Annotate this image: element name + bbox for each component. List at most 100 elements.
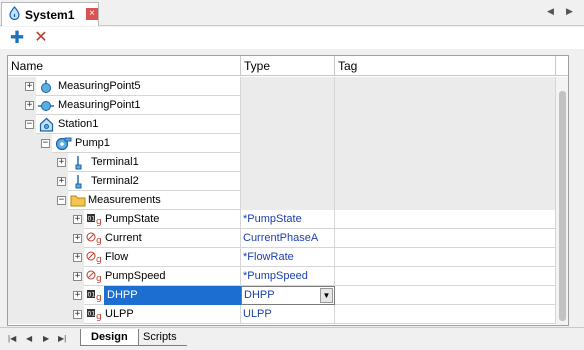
expand-icon[interactable]: + <box>73 234 82 243</box>
grid-header: Name Type Tag <box>8 56 568 76</box>
svg-text:g: g <box>96 293 102 303</box>
tree-label: PumpSpeed <box>105 270 166 282</box>
measuring-point-icon <box>39 79 55 94</box>
type-cell[interactable]: ULPP <box>241 305 335 324</box>
column-header-type[interactable]: Type <box>241 56 335 76</box>
expand-icon[interactable]: + <box>57 177 66 186</box>
last-page-icon[interactable]: ▶| <box>58 334 66 343</box>
type-combobox[interactable]: DHPP ▼ <box>241 286 335 305</box>
tag-cell[interactable] <box>335 210 556 229</box>
tag-cell[interactable] <box>335 77 556 96</box>
tag-cell[interactable] <box>335 267 556 286</box>
delete-button[interactable]: ✕ <box>32 29 50 47</box>
tree-label: Flow <box>105 251 129 263</box>
expand-icon[interactable]: + <box>73 291 82 300</box>
tree-row-pump1[interactable]: − Pump1 <box>8 134 556 153</box>
type-cell[interactable]: CurrentPhaseA <box>241 229 335 248</box>
type-cell[interactable] <box>241 153 335 172</box>
expand-icon[interactable]: + <box>73 253 82 262</box>
tree-row-terminal2[interactable]: + Terminal2 <box>8 172 556 191</box>
tree-row-measurements[interactable]: − Measurements <box>8 191 556 210</box>
analog-signal-icon: g <box>86 269 102 284</box>
tree-row-ulpp[interactable]: + 01 g ULPP ULPP <box>8 305 556 324</box>
tag-cell[interactable] <box>335 286 556 305</box>
tree-row-measuringpoint1[interactable]: + MeasuringPoint1 <box>8 96 556 115</box>
tree-label: Terminal2 <box>91 175 139 187</box>
scroll-left-icon[interactable]: ◀ <box>547 6 554 17</box>
column-header-tag[interactable]: Tag <box>335 56 556 76</box>
prev-page-icon[interactable]: ◀ <box>26 334 32 343</box>
expand-icon[interactable]: + <box>73 215 82 224</box>
tree-label: ULPP <box>105 308 134 320</box>
expand-icon[interactable]: + <box>57 158 66 167</box>
document-tab-strip: System1 × ◀ ▶ <box>0 0 584 26</box>
selected-tree-label[interactable]: DHPP <box>104 286 241 305</box>
tag-cell[interactable] <box>335 153 556 172</box>
close-icon[interactable]: × <box>86 8 98 20</box>
chevron-down-icon[interactable]: ▼ <box>320 288 333 303</box>
terminal-icon <box>74 155 90 170</box>
tree-label: MeasuringPoint1 <box>58 99 141 111</box>
system-icon <box>8 6 21 23</box>
tag-cell[interactable] <box>335 115 556 134</box>
first-page-icon[interactable]: |◀ <box>8 334 16 343</box>
collapse-icon[interactable]: − <box>57 196 66 205</box>
vertical-scrollbar[interactable] <box>556 77 568 325</box>
add-button[interactable]: ✚ <box>8 29 26 47</box>
tag-cell[interactable] <box>335 191 556 210</box>
tree-label: Pump1 <box>75 137 110 149</box>
expand-icon[interactable]: + <box>25 82 34 91</box>
type-cell[interactable]: *FlowRate <box>241 248 335 267</box>
collapse-icon[interactable]: − <box>41 139 50 148</box>
name-cell: + Terminal2 <box>8 172 241 191</box>
type-cell[interactable] <box>241 191 335 210</box>
tree-row-station1[interactable]: − Station1 <box>8 115 556 134</box>
tab-system1[interactable]: System1 × <box>1 2 99 26</box>
type-cell[interactable] <box>241 115 335 134</box>
type-combobox-value: DHPP <box>244 289 275 301</box>
tree-row-pumpspeed[interactable]: + g PumpSpeed *PumpSpeed <box>8 267 556 286</box>
tree-row-flow[interactable]: + g Flow *FlowRate <box>8 248 556 267</box>
type-cell[interactable] <box>241 172 335 191</box>
tree-row-dhpp[interactable]: + 01 g DHPP DHPP ▼ <box>8 286 556 305</box>
measuring-point-icon <box>38 98 54 113</box>
tree-label: Station1 <box>58 118 99 130</box>
name-cell: + MeasuringPoint5 <box>8 77 241 96</box>
type-cell[interactable] <box>241 134 335 153</box>
type-cell[interactable] <box>241 77 335 96</box>
tree-row-terminal1[interactable]: + Terminal1 <box>8 153 556 172</box>
scroll-right-icon[interactable]: ▶ <box>566 6 573 17</box>
tab-design[interactable]: Design <box>80 329 139 346</box>
expand-icon[interactable]: + <box>73 272 82 281</box>
tree-rows: + MeasuringPoint5 + MeasuringPoint1 − St… <box>8 77 556 324</box>
scrollbar-thumb[interactable] <box>559 91 566 321</box>
column-header-name[interactable]: Name <box>8 56 241 76</box>
tab-title: System1 <box>25 7 75 22</box>
tag-cell[interactable] <box>335 172 556 191</box>
tree-label: Terminal1 <box>91 156 139 168</box>
tag-cell[interactable] <box>335 305 556 324</box>
tree-row-measuringpoint5[interactable]: + MeasuringPoint5 <box>8 77 556 96</box>
next-page-icon[interactable]: ▶ <box>43 334 49 343</box>
name-cell: + 01 g DHPP <box>8 286 241 305</box>
type-cell[interactable]: *PumpSpeed <box>241 267 335 286</box>
tag-cell[interactable] <box>335 248 556 267</box>
svg-text:01: 01 <box>88 216 96 223</box>
svg-text:g: g <box>96 274 102 284</box>
expand-icon[interactable]: + <box>73 310 82 319</box>
pump-icon <box>54 136 72 151</box>
expand-icon[interactable]: + <box>25 101 34 110</box>
tab-scripts[interactable]: Scripts <box>133 329 187 346</box>
collapse-icon[interactable]: − <box>25 120 34 129</box>
tag-cell[interactable] <box>335 229 556 248</box>
tag-cell[interactable] <box>335 96 556 115</box>
tree-label: PumpState <box>105 213 160 225</box>
analog-signal-icon: g <box>86 231 102 246</box>
name-cell: + MeasuringPoint1 <box>8 96 241 115</box>
type-cell[interactable]: *PumpState <box>241 210 335 229</box>
tree-row-pumpstate[interactable]: + 01 g PumpState *PumpState <box>8 210 556 229</box>
tree-label: Measurements <box>88 194 161 206</box>
tag-cell[interactable] <box>335 134 556 153</box>
type-cell[interactable] <box>241 96 335 115</box>
tree-row-current[interactable]: + g Current CurrentPhaseA <box>8 229 556 248</box>
